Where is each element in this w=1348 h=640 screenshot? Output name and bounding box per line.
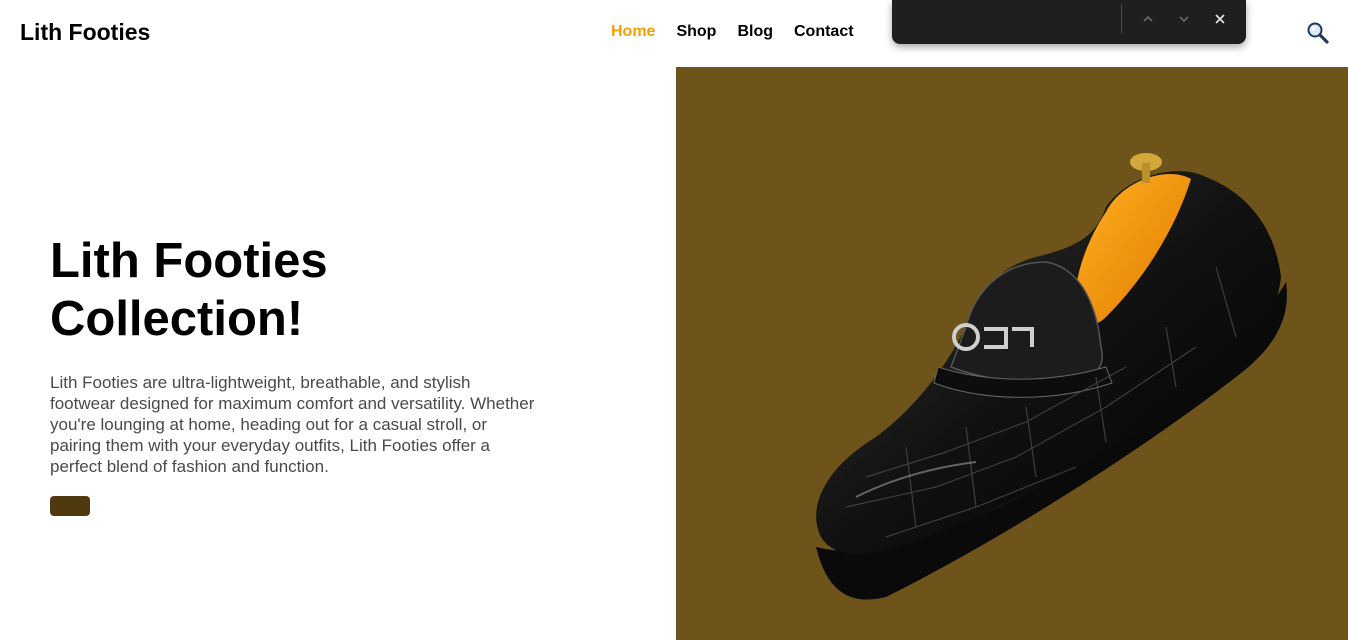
loafer-shoe-illustration: [816, 153, 1287, 600]
hero-image: [676, 67, 1348, 640]
nav-home[interactable]: Home: [611, 23, 655, 41]
nav-contact[interactable]: Contact: [794, 23, 854, 41]
search-icon[interactable]: [1306, 21, 1330, 45]
main-nav: Home Shop Blog Contact: [611, 23, 854, 41]
find-bar: [892, 0, 1246, 44]
close-icon[interactable]: [1208, 7, 1232, 31]
hero-title-line2: Collection!: [50, 292, 304, 346]
nav-shop[interactable]: Shop: [676, 23, 716, 41]
hero-title-line1: Lith Footies: [50, 234, 328, 288]
chevron-up-icon[interactable]: [1136, 7, 1160, 31]
hero-description: Lith Footies are ultra-lightweight, brea…: [50, 373, 535, 476]
shop-now-button[interactable]: [50, 496, 90, 516]
chevron-down-icon[interactable]: [1172, 7, 1196, 31]
hero-text: Lith Footies Collection! Lith Footies ar…: [50, 232, 550, 477]
nav-blog[interactable]: Blog: [737, 23, 773, 41]
site-logo[interactable]: Lith Footies: [20, 19, 150, 46]
find-bar-divider: [1121, 4, 1122, 34]
hero-title: Lith Footies Collection!: [50, 232, 550, 348]
